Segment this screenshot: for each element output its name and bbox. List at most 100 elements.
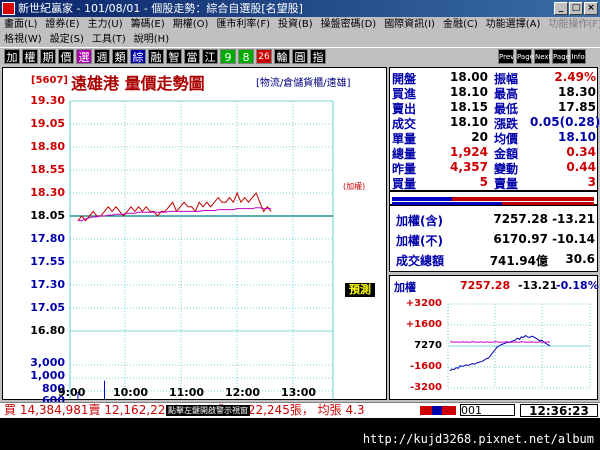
menu-item[interactable]: 功能選擇(A)	[486, 19, 541, 30]
watermark-url: http://kujd3268.pixnet.net/album	[362, 432, 594, 446]
index-change: -10.14	[552, 232, 595, 246]
index-label: 加權(不)	[396, 234, 443, 248]
quote-value: 4,357	[450, 160, 488, 174]
forecast-button[interactable]: 預測	[345, 283, 375, 297]
toolbar-button[interactable]: 類	[112, 49, 128, 64]
bid-bar	[392, 197, 452, 201]
index-label: 成交總額	[396, 254, 445, 268]
app-icon	[2, 2, 15, 15]
close-icon[interactable]: ×	[584, 2, 598, 15]
toolbar-icon-button[interactable]: Page	[552, 49, 570, 64]
quote-value: 0.44	[566, 160, 596, 174]
menu-item[interactable]: 格視(W)	[4, 34, 42, 45]
quote-value: 18.10	[558, 130, 596, 144]
price-tick-label: 17.80	[30, 232, 65, 245]
toolbar-button[interactable]: 智	[166, 49, 182, 64]
menu-item[interactable]: 投資(B)	[278, 19, 313, 30]
volume-tick-label: 3,000	[30, 356, 65, 369]
menu-item[interactable]: 畫面(L)	[4, 19, 37, 30]
menu-item[interactable]: 操盤密碼(D)	[321, 19, 377, 30]
quote-row: 單量 20 均價 18.10	[390, 130, 599, 146]
quote-value: 20	[471, 130, 488, 144]
toolbar-button[interactable]: 週	[94, 49, 110, 64]
index-mini-chart[interactable]: 加權 7257.28 -13.21 -0.18% +3200 +1600 7270-…	[389, 275, 599, 400]
menu-item[interactable]: 說明(H)	[134, 34, 169, 45]
quote-value: 17.85	[558, 100, 596, 114]
menu-item[interactable]: 國際資訊(I)	[384, 19, 435, 30]
price-tick-label: 18.05	[30, 209, 65, 222]
toolbar-button[interactable]: 選	[76, 49, 92, 64]
toolbar-button[interactable]: 價	[58, 49, 74, 64]
index-row: 加權(不) 6170.97 -10.14	[390, 232, 599, 248]
price-tick-label: 19.05	[30, 117, 65, 130]
menu-item[interactable]: 功能操作(F)	[548, 19, 600, 30]
mini-tick-label: -1600	[410, 361, 442, 372]
status-bar: 買 14,384,981賣 12,162,227( 0.05)成 2,422,2…	[0, 402, 600, 418]
toolbar-button[interactable]: 輪	[274, 49, 290, 64]
volume-tick-label: 1,000	[30, 369, 65, 382]
toolbar-button[interactable]: 期	[40, 49, 56, 64]
quote-value: 18.15	[450, 100, 488, 114]
mini-tick-label: +1600	[405, 319, 442, 330]
menu-item[interactable]: 匯市利率(F)	[216, 19, 270, 30]
price-tick-label: 19.30	[30, 94, 65, 107]
menu-item[interactable]: 籌碼(E)	[131, 19, 165, 30]
quote-value: 1,924	[450, 145, 488, 159]
index-value: 741.94億	[489, 254, 548, 268]
time-tick-label: 10:00	[113, 386, 149, 399]
bid-ask-bar	[389, 191, 598, 205]
app-window: 新世紀贏家 - 101/08/01 - 個股走勢：綜合自選股[名望股] _ □ …	[0, 0, 600, 450]
alert-tooltip[interactable]: 點擊左鍵開啟警示視窗	[166, 405, 250, 416]
toolbar-button[interactable]: 9	[220, 49, 236, 64]
toolbar-button[interactable]: 權	[22, 49, 38, 64]
menu-item[interactable]: 期權(O)	[173, 19, 209, 30]
toolbar-button[interactable]: 當	[184, 49, 200, 64]
price-tick-label: 17.30	[30, 278, 65, 291]
price-tick-label: 18.30	[30, 186, 65, 199]
toolbar-icon-button[interactable]: Next	[534, 49, 551, 64]
menu-item[interactable]: 金融(C)	[443, 19, 478, 30]
mini-canvas	[447, 303, 591, 389]
quote-row: 總量 1,924 金額 0.34	[390, 145, 599, 161]
footer: http://kujd3268.pixnet.net/album	[0, 418, 600, 450]
toolbar-button[interactable]: 指	[310, 49, 326, 64]
stock-code-input[interactable]: 001	[460, 404, 515, 417]
index-value: 7257.28	[493, 212, 548, 226]
quote-value: 3	[587, 175, 596, 189]
window-title: 新世紀贏家 - 101/08/01 - 個股走勢：綜合自選股[名望股]	[18, 2, 303, 15]
price-tick-label: 17.05	[30, 301, 65, 314]
index-overlay-label: (加權)	[343, 182, 366, 191]
menu-item[interactable]: 工具(T)	[92, 34, 126, 45]
quote-value: 18.10	[450, 85, 488, 99]
quote-row: 昨量 4,357 變動 0.44	[390, 160, 599, 176]
quote-value: 5	[479, 175, 488, 189]
minimize-icon[interactable]: _	[554, 2, 568, 15]
quote-value: 0.05(0.28)	[530, 115, 600, 129]
index-ref-line	[449, 341, 551, 343]
quote-label: 買量	[392, 177, 417, 191]
time-tick-label: 9:00	[58, 386, 86, 399]
quote-panel: 開盤 18.00 振幅 2.49% 買進 18.10 最高 18.30 賣出 18.15 最低 17.…	[389, 67, 600, 191]
toolbar-button[interactable]: 融	[148, 49, 164, 64]
toolbar-button[interactable]: 圓	[292, 49, 308, 64]
menu-item[interactable]: 證券(E)	[45, 19, 79, 30]
toolbar-icon-button[interactable]: Info	[570, 49, 586, 64]
toolbar-button[interactable]: 26	[256, 49, 272, 64]
time-tick-label: 12:00	[225, 386, 261, 399]
quote-value: 18.00	[450, 70, 488, 84]
menu-item[interactable]: 主力(U)	[88, 19, 123, 30]
toolbar-icon-button[interactable]: Prev	[498, 49, 514, 64]
index-change: 30.6	[565, 252, 595, 266]
time-tick-label: 13:00	[281, 386, 317, 399]
toolbar-button[interactable]: 8	[238, 49, 254, 64]
toolbar-button[interactable]: 綜	[130, 49, 146, 64]
maximize-icon[interactable]: □	[569, 2, 583, 15]
menu-bar: 畫面(L) 證券(E) 主力(U) 籌碼(E) 期權(O) 匯市利率(F) 投資(B) 操盤密…	[0, 17, 600, 32]
index-line	[449, 334, 551, 372]
menu-item[interactable]: 設定(S)	[50, 34, 84, 45]
price-tick-label: 18.80	[30, 140, 65, 153]
toolbar-button[interactable]: 加	[4, 49, 20, 64]
toolbar-icon-button[interactable]: Page	[516, 49, 534, 64]
toolbar-button[interactable]: 江	[202, 49, 218, 64]
price-tick-label: 17.55	[30, 255, 65, 268]
